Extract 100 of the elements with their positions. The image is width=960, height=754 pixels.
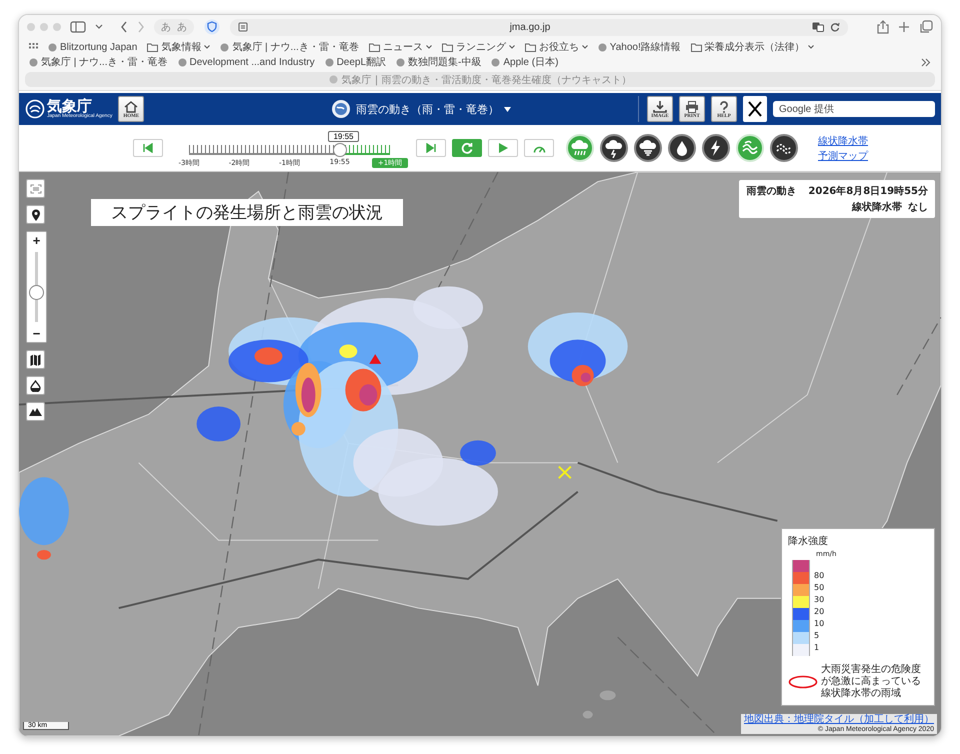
bookmark[interactable]: Blitzortung Japan (60, 42, 138, 52)
legend-value: 20 (814, 607, 824, 616)
site-icon[interactable] (396, 58, 406, 66)
bookmark[interactable]: 気象情報 (161, 40, 202, 54)
chevron-down-icon[interactable] (95, 24, 103, 30)
bookmark[interactable]: Development ...and Industry (190, 56, 315, 68)
map-layer-button[interactable] (26, 350, 45, 369)
folder-icon[interactable] (524, 42, 536, 52)
grid-icon[interactable] (29, 42, 38, 52)
folder-icon[interactable] (690, 42, 702, 52)
back-icon[interactable] (120, 21, 128, 33)
legend-title: 降水強度 (788, 534, 829, 548)
help-icon (717, 100, 731, 112)
reader-icon[interactable] (238, 22, 248, 32)
rain-layer-button[interactable] (566, 134, 594, 162)
url-text: jma.go.jp (508, 22, 552, 32)
folder-icon[interactable] (368, 42, 380, 52)
terrain-button[interactable] (26, 402, 45, 421)
search-field[interactable]: Google 提供 (773, 101, 935, 117)
chevron-down-icon[interactable] (582, 45, 588, 49)
site-icon[interactable] (220, 42, 230, 52)
water-drop-icon (30, 380, 41, 392)
rain-cloud-icon (570, 138, 590, 158)
bookmark[interactable]: お役立ち (538, 40, 579, 54)
first-button[interactable] (133, 139, 163, 157)
mountain-icon (29, 407, 42, 416)
caret-icon (504, 106, 512, 112)
bookmark[interactable]: 気象庁 | ナウ...き・雷・竜巻 (232, 40, 359, 54)
globe-icon (331, 99, 352, 119)
home-icon (123, 100, 140, 112)
bookmark[interactable]: 気象庁 | ナウ...き・雷・竜巻 (41, 55, 168, 69)
bookmark[interactable]: ニュース (382, 40, 423, 54)
agency-logo-icon[interactable] (25, 99, 45, 119)
share-icon[interactable] (877, 20, 889, 34)
skip-forward-icon (426, 143, 436, 153)
ellipse-icon (788, 675, 818, 689)
sidebar-icon[interactable] (70, 21, 86, 33)
legend-note: 大雨災害発生の危険度が急激に高まっている線状降水帯の雨域 (821, 664, 922, 700)
x-logo-icon[interactable] (743, 96, 767, 122)
drop-layer-button[interactable] (668, 134, 696, 162)
island-drawing (582, 690, 616, 719)
band-forecast-link[interactable]: 予測マップ (818, 148, 868, 162)
bookmark[interactable]: 栄養成分表示（法律） (704, 40, 805, 54)
cross-marker (558, 466, 572, 480)
plus-icon[interactable] (898, 21, 910, 33)
bookmark[interactable]: ランニング (456, 40, 506, 54)
folder-icon[interactable] (442, 42, 453, 52)
tabs-icon[interactable] (919, 20, 933, 34)
tornado-layer-button[interactable] (634, 134, 662, 162)
map-overlay-title: スプライトの発生場所と雨雲の状況 (91, 199, 403, 226)
reload-icon[interactable] (830, 22, 840, 32)
band-forecast-layer-button[interactable] (770, 134, 798, 162)
refresh-button[interactable] (452, 139, 482, 157)
legend-value: 10 (814, 619, 824, 628)
legend-value: 1 (814, 643, 820, 652)
address-bar[interactable]: jma.go.jp (230, 18, 848, 36)
lightning-layer-button[interactable] (702, 134, 730, 162)
chevron-down-icon[interactable] (808, 45, 814, 49)
zoom-thumb[interactable] (29, 285, 44, 300)
page-title-dropdown[interactable]: 雨雲の動き（雨・雷・竜巻） (327, 97, 516, 121)
legend-value: 80 (814, 571, 824, 580)
skip-back-icon (143, 143, 153, 153)
band-forecast-link[interactable]: 線状降水帯 (818, 134, 868, 148)
site-icon[interactable] (491, 58, 500, 66)
folder-icon[interactable] (147, 42, 158, 52)
chevron-down-icon[interactable] (508, 45, 515, 49)
bookmark[interactable]: 数独問題集-中級 (408, 55, 482, 69)
band-status: なし (908, 201, 928, 214)
play-button[interactable] (488, 139, 518, 157)
timeline-thumb[interactable] (332, 142, 347, 156)
speed-button[interactable] (524, 139, 554, 157)
band-label: 線状降水帯 (852, 200, 902, 214)
download-icon (653, 100, 667, 112)
time-label: 19:55 (328, 130, 359, 142)
triangle-marker (369, 354, 382, 364)
attribution-link[interactable]: 地図出典：地理院タイル（加工して利用） (744, 714, 934, 726)
agency-name[interactable]: 気象庁 (47, 99, 112, 114)
shield-icon[interactable] (203, 19, 221, 35)
more-chevron-icon[interactable] (921, 58, 931, 66)
fullscreen-icon (30, 184, 42, 194)
bookmark[interactable]: Yahoo!路線情報 (610, 40, 681, 54)
translate-icon[interactable] (812, 22, 824, 32)
site-icon[interactable] (178, 58, 186, 66)
chevron-down-icon[interactable] (204, 45, 210, 49)
site-icon[interactable] (48, 42, 57, 52)
water-drop-button[interactable] (26, 376, 45, 395)
last-button[interactable] (416, 139, 446, 157)
thunder-layer-button[interactable] (600, 134, 628, 162)
site-icon[interactable] (598, 42, 607, 52)
location-button[interactable] (26, 205, 45, 224)
legend-value: 30 (814, 595, 824, 604)
info-datetime: 2026年8月8日19時55分 (808, 184, 928, 198)
band-layer-button[interactable] (736, 134, 764, 162)
location-pin-icon (30, 208, 40, 220)
fullscreen-button[interactable] (26, 179, 45, 198)
site-icon[interactable] (29, 58, 38, 66)
bookmark[interactable]: DeepL翻訳 (336, 55, 386, 69)
chevron-down-icon[interactable] (426, 45, 432, 49)
bookmark[interactable]: Apple (日本) (503, 55, 558, 69)
legend-value: 50 (814, 583, 824, 592)
